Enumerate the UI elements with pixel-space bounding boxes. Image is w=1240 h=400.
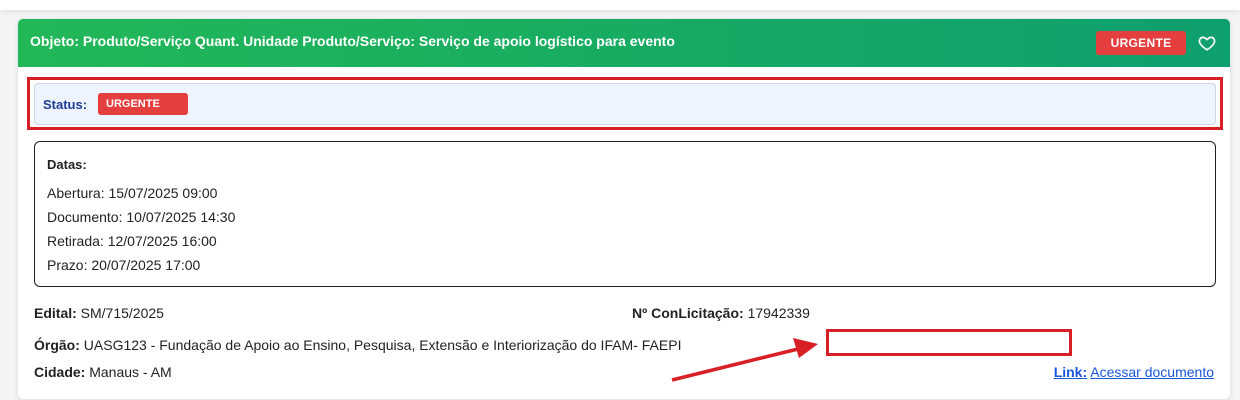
- urgent-badge: URGENTE: [1096, 31, 1186, 55]
- edital-value: SM/715/2025: [80, 305, 164, 321]
- conlicitacao-label: Nº ConLicitação:: [632, 305, 744, 321]
- orgao-row: Órgão: UASG123 - Fundação de Apoio ao En…: [34, 337, 681, 353]
- status-highlight-box: [27, 77, 1223, 130]
- link-row: Link: Acessar documento: [1054, 364, 1214, 380]
- dates-panel: Datas: Abertura: 15/07/2025 09:00 Docume…: [34, 141, 1216, 287]
- date-documento: Documento: 10/07/2025 14:30: [47, 209, 236, 225]
- conlicitacao-value: 17942339: [747, 305, 810, 321]
- cidade-row: Cidade: Manaus - AM: [34, 364, 172, 380]
- previous-card-edge: [0, 0, 1240, 10]
- card-title: Objeto: Produto/Serviço Quant. Unidade P…: [30, 33, 675, 49]
- cidade-label: Cidade:: [34, 364, 86, 380]
- cidade-value: Manaus - AM: [89, 364, 172, 380]
- conlicitacao-row: Nº ConLicitação: 17942339: [632, 305, 810, 321]
- orgao-label: Órgão:: [34, 337, 80, 353]
- date-prazo: Prazo: 20/07/2025 17:00: [47, 257, 201, 273]
- edital-row: Edital: SM/715/2025: [34, 305, 164, 321]
- heart-icon[interactable]: [1198, 34, 1216, 52]
- edital-label: Edital:: [34, 305, 77, 321]
- dates-title: Datas:: [47, 157, 87, 172]
- card-header: Objeto: Produto/Serviço Quant. Unidade P…: [18, 19, 1230, 67]
- orgao-value: UASG123 - Fundação de Apoio ao Ensino, P…: [83, 337, 682, 353]
- date-retirada: Retirada: 12/07/2025 16:00: [47, 233, 217, 249]
- date-abertura: Abertura: 15/07/2025 09:00: [47, 185, 218, 201]
- link-label: Link:: [1053, 364, 1088, 380]
- document-link[interactable]: Acessar documento: [1090, 364, 1214, 380]
- annotation-empty-box: [826, 329, 1072, 356]
